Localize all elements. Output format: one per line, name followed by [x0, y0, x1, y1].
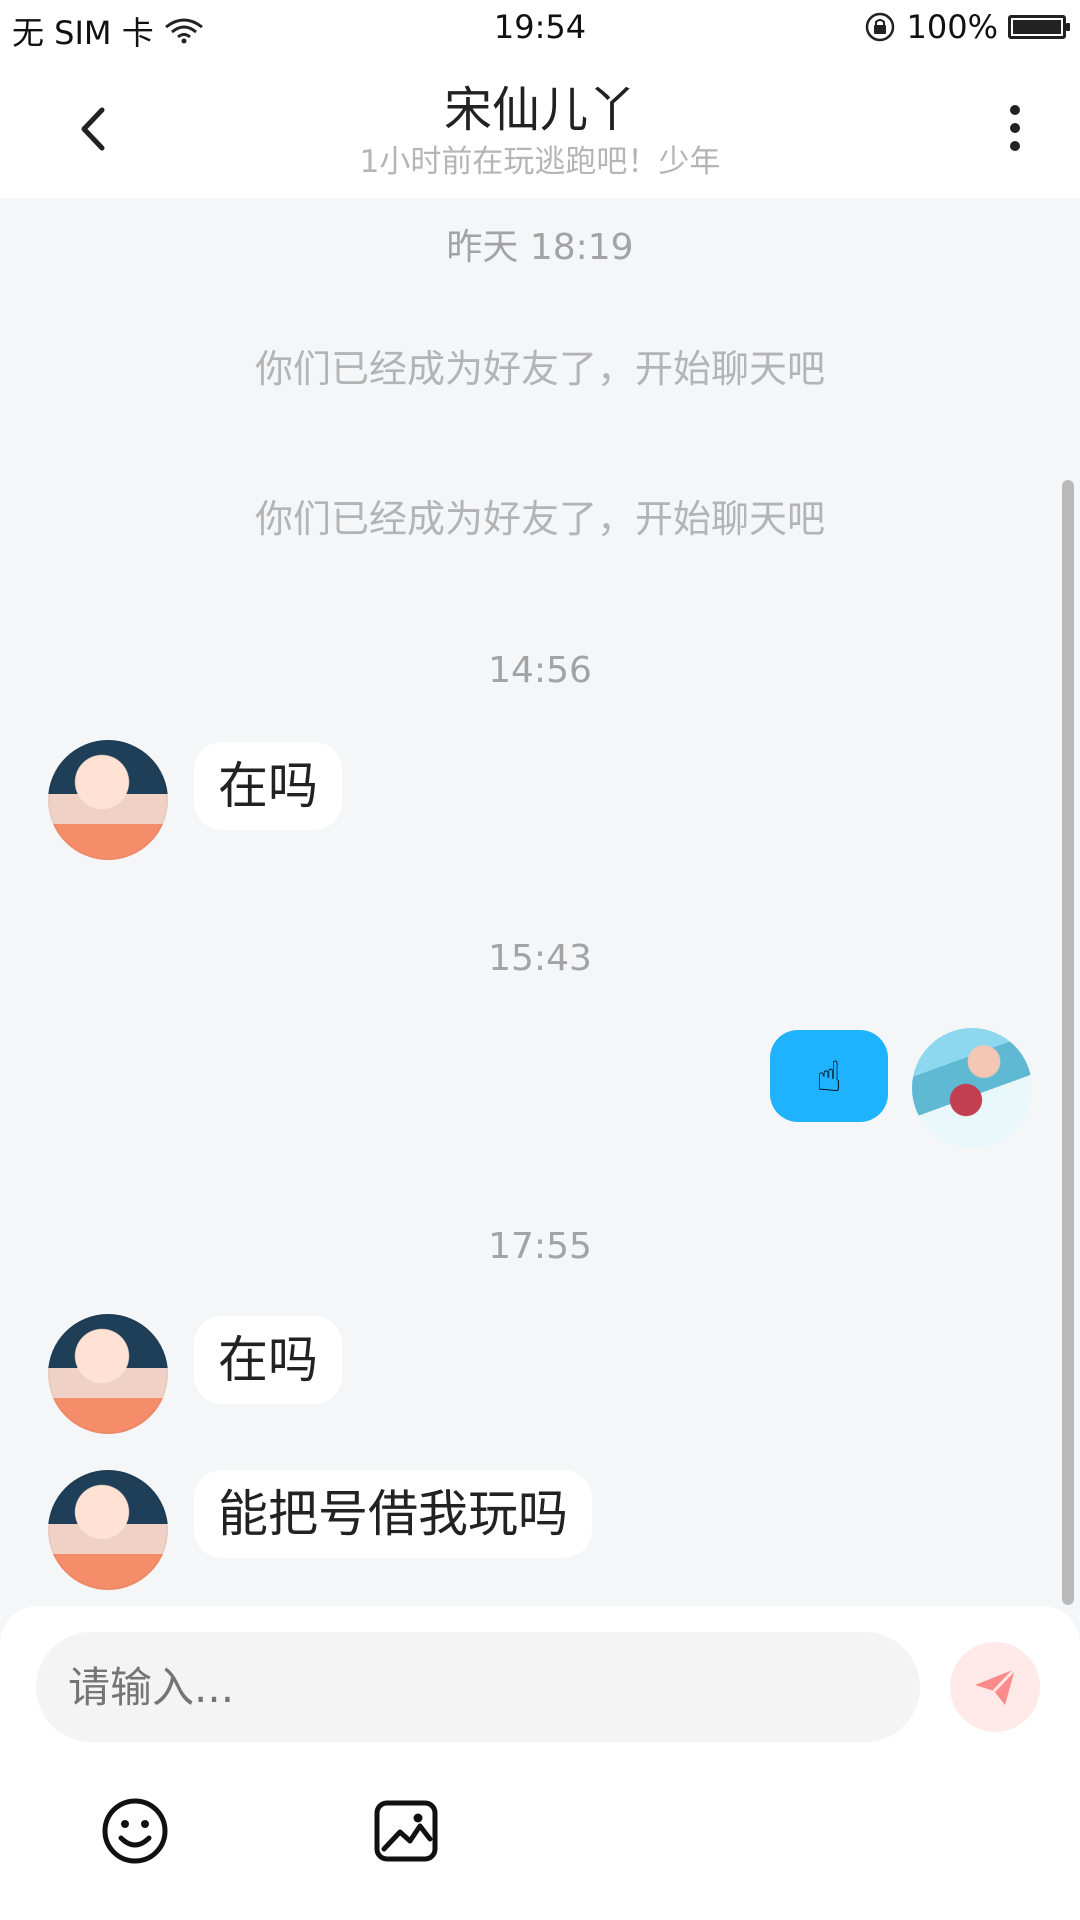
emoji-button[interactable] — [100, 1796, 170, 1866]
incoming-message-bubble[interactable]: 能把号借我玩吗 — [194, 1470, 592, 1558]
lock-rotation-icon — [865, 12, 894, 42]
status-right: 100% — [863, 8, 1070, 46]
battery-icon — [1008, 15, 1070, 39]
system-message: 你们已经成为好友了，开始聊天吧 — [254, 497, 825, 541]
timestamp: 昨天 18:19 — [446, 227, 634, 268]
page-subtitle: 1小时前在玩逃跑吧！少年 — [359, 144, 721, 180]
avatar-other-user[interactable] — [48, 1470, 168, 1590]
more-vertical-icon — [1010, 105, 1020, 151]
outgoing-message-bubble[interactable]: ☝ — [770, 1030, 888, 1122]
more-button[interactable] — [990, 94, 1040, 164]
avatar-other-user[interactable] — [48, 740, 168, 860]
message-input-box[interactable] — [36, 1632, 920, 1744]
chat-header: 宋仙儿丫 1小时前在玩逃跑吧！少年 — [0, 56, 1080, 198]
send-icon — [975, 1667, 1017, 1705]
composer — [0, 1606, 1080, 1920]
chat-screen: 无 SIM 卡 19:54 100% 宋仙儿丫 1小时前在玩逃跑吧！少年 昨天 … — [0, 0, 1080, 1920]
incoming-message-bubble[interactable]: 在吗 — [194, 742, 342, 830]
timestamp: 15:43 — [488, 938, 592, 979]
status-bar: 无 SIM 卡 19:54 100% — [0, 0, 1080, 56]
incoming-message-bubble[interactable]: 在吗 — [194, 1316, 342, 1404]
battery-label: 100% — [906, 8, 998, 46]
timestamp: 14:56 — [488, 650, 592, 691]
image-button[interactable] — [372, 1796, 440, 1866]
image-icon — [374, 1800, 438, 1862]
timestamp: 17:55 — [488, 1226, 592, 1267]
message-input[interactable] — [66, 1632, 850, 1744]
page-title: 宋仙儿丫 — [443, 82, 636, 138]
avatar-other-user[interactable] — [48, 1314, 168, 1434]
send-button[interactable] — [950, 1642, 1040, 1732]
system-message: 你们已经成为好友了，开始聊天吧 — [254, 347, 825, 391]
chat-scrollbar[interactable] — [1062, 480, 1074, 1605]
emoji-icon — [102, 1798, 168, 1864]
chat-area[interactable]: 昨天 18:19 你们已经成为好友了，开始聊天吧 你们已经成为好友了，开始聊天吧… — [0, 198, 1080, 1606]
pointing-up-emoji: ☝ — [816, 1051, 842, 1101]
avatar-self[interactable] — [912, 1028, 1032, 1148]
